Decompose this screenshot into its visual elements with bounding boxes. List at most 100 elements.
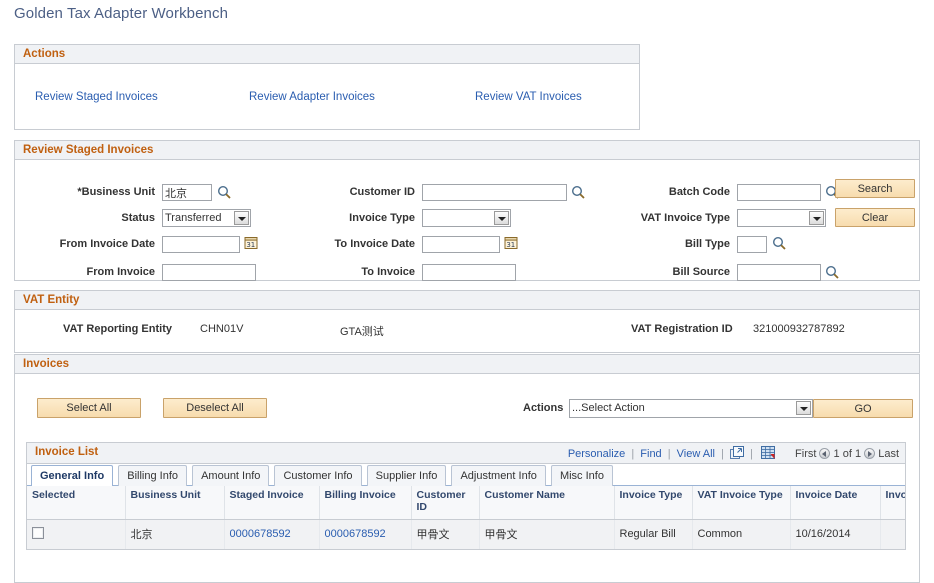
deselect-all-button[interactable]: Deselect All [163,398,267,418]
find-link[interactable]: Find [640,448,661,460]
col-staged-invoice[interactable]: Staged Invoice [224,486,319,519]
search-button[interactable]: Search [835,179,915,198]
to-invoice-date-calendar-icon[interactable]: 31 [504,236,518,250]
select-all-button[interactable]: Select All [37,398,141,418]
col-business-unit[interactable]: Business Unit [125,486,224,519]
col-vat-invoice-type[interactable]: VAT Invoice Type [692,486,790,519]
label-from-invoice: From Invoice [45,266,155,278]
status-select[interactable]: Transferred [162,209,251,227]
label-bill-source: Bill Source [615,266,730,278]
cell-invoice-type: Regular Bill [614,519,692,549]
from-invoice-date-input[interactable] [162,236,240,253]
tab-adjustment-info[interactable]: Adjustment Info [451,465,545,486]
customer-id-lookup-icon[interactable] [571,185,585,199]
svg-text:31: 31 [506,241,515,249]
to-invoice-date-input[interactable] [422,236,500,253]
invoice-list-grid-header: Invoice List Personalize | Find | View A… [27,443,905,464]
link-review-vat-invoices[interactable]: Review VAT Invoices [475,91,582,103]
cell-billing-invoice: 0000678592 [319,519,411,549]
col-invoice-date[interactable]: Invoice Date [790,486,880,519]
vat-invoice-type-select[interactable] [737,209,826,227]
bill-source-lookup-icon[interactable] [825,265,839,279]
label-from-invoice-date: From Invoice Date [25,238,155,250]
clear-button[interactable]: Clear [835,208,915,227]
tab-billing-info[interactable]: Billing Info [118,465,187,486]
col-customer-id[interactable]: Customer ID [411,486,479,519]
previous-page-icon[interactable] [819,448,830,459]
download-grid-icon[interactable] [761,446,776,464]
tab-amount-info[interactable]: Amount Info [192,465,269,486]
vat-entity-body: VAT Reporting Entity CHN01V GTA测试 VAT Re… [15,310,919,352]
col-customer-name[interactable]: Customer Name [479,486,614,519]
chevron-down-icon [809,211,824,225]
col-billing-invoice[interactable]: Billing Invoice [319,486,411,519]
business-unit-lookup-icon[interactable] [217,185,231,199]
invoice-type-select[interactable] [422,209,511,227]
cell-invoice-date: 10/16/2014 [790,519,880,549]
search-panel-body: *Business Unit Status Transferred From I… [15,160,919,280]
bill-type-input[interactable] [737,236,767,253]
grid-toolbar: Personalize | Find | View All | | [568,446,905,464]
page-title: Golden Tax Adapter Workbench [14,5,228,22]
cell-vat-invoice-type: Common [692,519,790,549]
batch-code-input[interactable] [737,184,821,201]
billing-invoice-link[interactable]: 0000678592 [325,528,386,540]
expand-icon[interactable] [730,446,744,463]
svg-text:31: 31 [246,241,255,249]
tab-supplier-info[interactable]: Supplier Info [367,465,447,486]
tab-misc-info[interactable]: Misc Info [551,465,613,486]
link-review-staged-invoices[interactable]: Review Staged Invoices [35,91,158,103]
personalize-link[interactable]: Personalize [568,448,625,460]
label-customer-id: Customer ID [300,186,415,198]
invoice-table-viewport: Selected Business Unit Staged Invoice Bi… [27,486,905,550]
staged-invoice-link[interactable]: 0000678592 [230,528,291,540]
go-button[interactable]: GO [813,399,913,418]
invoice-list-tabs: General Info Billing Info Amount Info Cu… [27,464,905,486]
table-header-row: Selected Business Unit Staged Invoice Bi… [27,486,905,519]
value-vat-reporting-entity-description: GTA测试 [340,323,384,339]
action-select-value: ...Select Action [572,402,645,414]
customer-id-input[interactable] [422,184,567,201]
invoices-header: Invoices [15,355,919,374]
label-actions: Actions [523,402,563,414]
toolbar-separator: | [668,448,671,460]
cell-customer-id: 甲骨文 [411,519,479,549]
from-invoice-date-calendar-icon[interactable]: 31 [244,236,258,250]
nav-last[interactable]: Last [878,448,899,460]
vat-entity-header: VAT Entity [15,291,919,310]
cell-business-unit: 北京 [125,519,224,549]
cell-customer-name: 甲骨文 [479,519,614,549]
col-invoice[interactable]: Invoice [880,486,905,519]
toolbar-separator: | [750,448,753,460]
col-selected[interactable]: Selected [27,486,125,519]
nav-first[interactable]: First [795,448,816,460]
row-checkbox[interactable] [32,527,44,539]
col-invoice-type[interactable]: Invoice Type [614,486,692,519]
link-review-adapter-invoices[interactable]: Review Adapter Invoices [249,91,375,103]
label-invoice-type: Invoice Type [300,212,415,224]
label-business-unit: *Business Unit [45,186,155,198]
tab-general-info[interactable]: General Info [31,465,113,487]
label-vat-registration-id: VAT Registration ID [631,323,733,335]
next-page-icon[interactable] [864,448,875,459]
cell-staged-invoice: 0000678592 [224,519,319,549]
view-all-link[interactable]: View All [677,448,715,460]
value-vat-reporting-entity: CHN01V [200,323,243,335]
cell-invoice [880,519,905,549]
label-bill-type: Bill Type [615,238,730,250]
action-select[interactable]: ...Select Action [569,399,813,418]
label-vat-invoice-type: VAT Invoice Type [595,212,730,224]
pagination: First 1 of 1 Last [795,448,905,460]
from-invoice-input[interactable] [162,264,256,281]
bill-source-input[interactable] [737,264,821,281]
cell-selected [27,519,125,549]
label-status: Status [45,212,155,224]
chevron-down-icon [234,211,249,225]
chevron-down-icon [494,211,509,225]
to-invoice-input[interactable] [422,264,516,281]
search-panel-header: Review Staged Invoices [15,141,919,160]
invoice-table: Selected Business Unit Staged Invoice Bi… [27,486,905,550]
bill-type-lookup-icon[interactable] [772,236,786,250]
business-unit-input[interactable] [162,184,212,201]
tab-customer-info[interactable]: Customer Info [274,465,361,486]
